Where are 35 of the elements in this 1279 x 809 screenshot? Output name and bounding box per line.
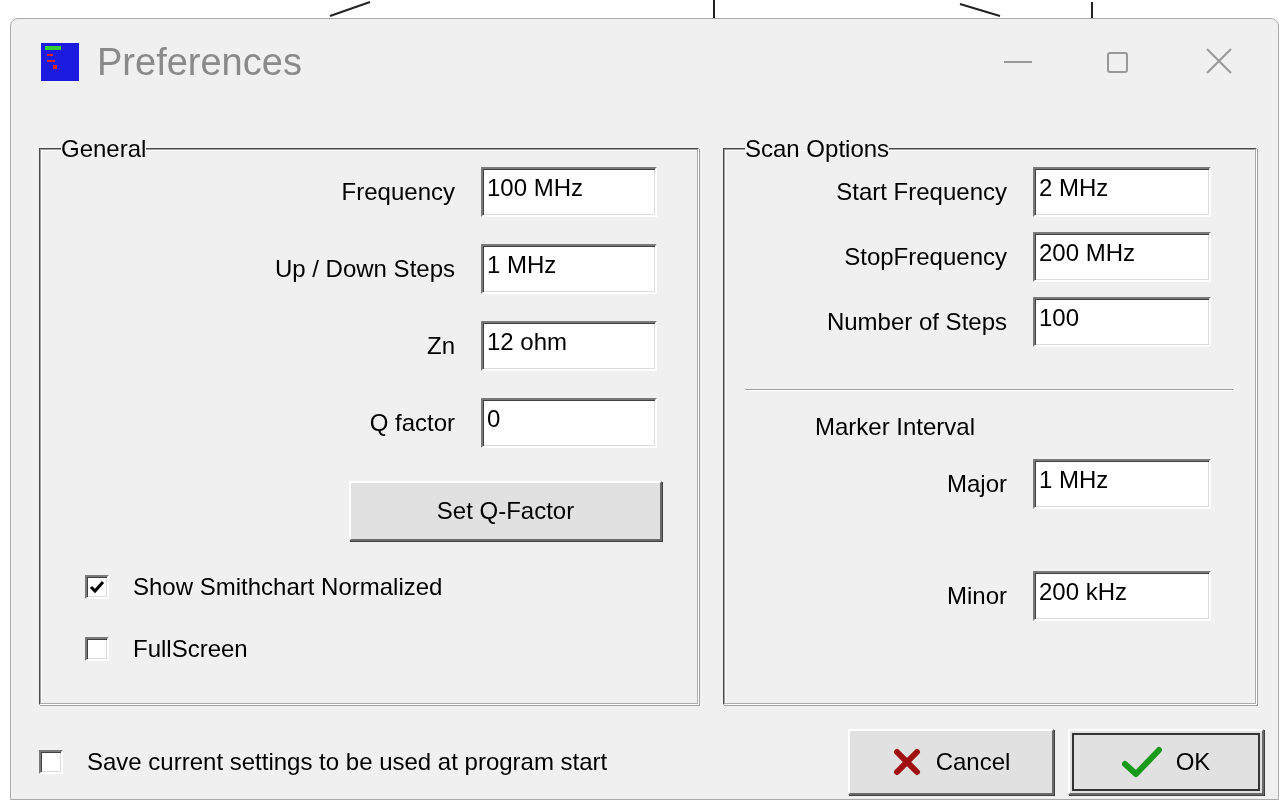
cancel-button[interactable]: Cancel	[848, 729, 1054, 795]
section-label: Marker Interval	[815, 413, 977, 441]
field-label: Major	[947, 469, 1007, 499]
field-label: Start Frequency	[836, 177, 1007, 207]
field-label: StopFrequency	[844, 242, 1007, 272]
input-field[interactable]: 1 MHz	[1033, 459, 1211, 509]
check-icon	[89, 579, 105, 595]
checkbox[interactable]	[85, 637, 109, 661]
group-title: General	[61, 135, 147, 163]
input-field[interactable]: 2 MHz	[1033, 167, 1211, 217]
window-title: Preferences	[97, 40, 303, 84]
input-field[interactable]: 200 MHz	[1033, 232, 1211, 282]
input-field[interactable]: 0	[481, 398, 657, 448]
input-field[interactable]: 1 MHz	[481, 244, 657, 294]
checkbox-label: FullScreen	[133, 635, 248, 663]
checkbox-label: Save current settings to be used at program start	[87, 748, 608, 776]
group-title: Scan Options	[745, 135, 890, 163]
app-icon	[41, 43, 79, 81]
input-field[interactable]: 100	[1033, 297, 1211, 347]
input-field[interactable]: 200 kHz	[1033, 571, 1211, 621]
cross-icon	[891, 747, 922, 777]
set-q-factor-button[interactable]: Set Q-Factor	[349, 481, 662, 541]
field-label: Minor	[947, 581, 1007, 611]
checkmark-icon	[1121, 746, 1162, 778]
checkbox[interactable]	[39, 750, 63, 774]
field-label: Zn	[427, 331, 455, 361]
input-field[interactable]: 12 ohm	[481, 321, 657, 371]
field-label: Up / Down Steps	[274, 254, 455, 284]
ok-button[interactable]: OK	[1068, 729, 1264, 795]
field-label: Frequency	[341, 177, 455, 207]
field-label: Number of Steps	[826, 307, 1007, 337]
checkbox-label: Show Smithchart Normalized	[133, 573, 443, 601]
checkbox[interactable]	[85, 575, 109, 599]
field-label: Q factor	[369, 408, 455, 438]
input-field[interactable]: 100 MHz	[481, 167, 657, 217]
